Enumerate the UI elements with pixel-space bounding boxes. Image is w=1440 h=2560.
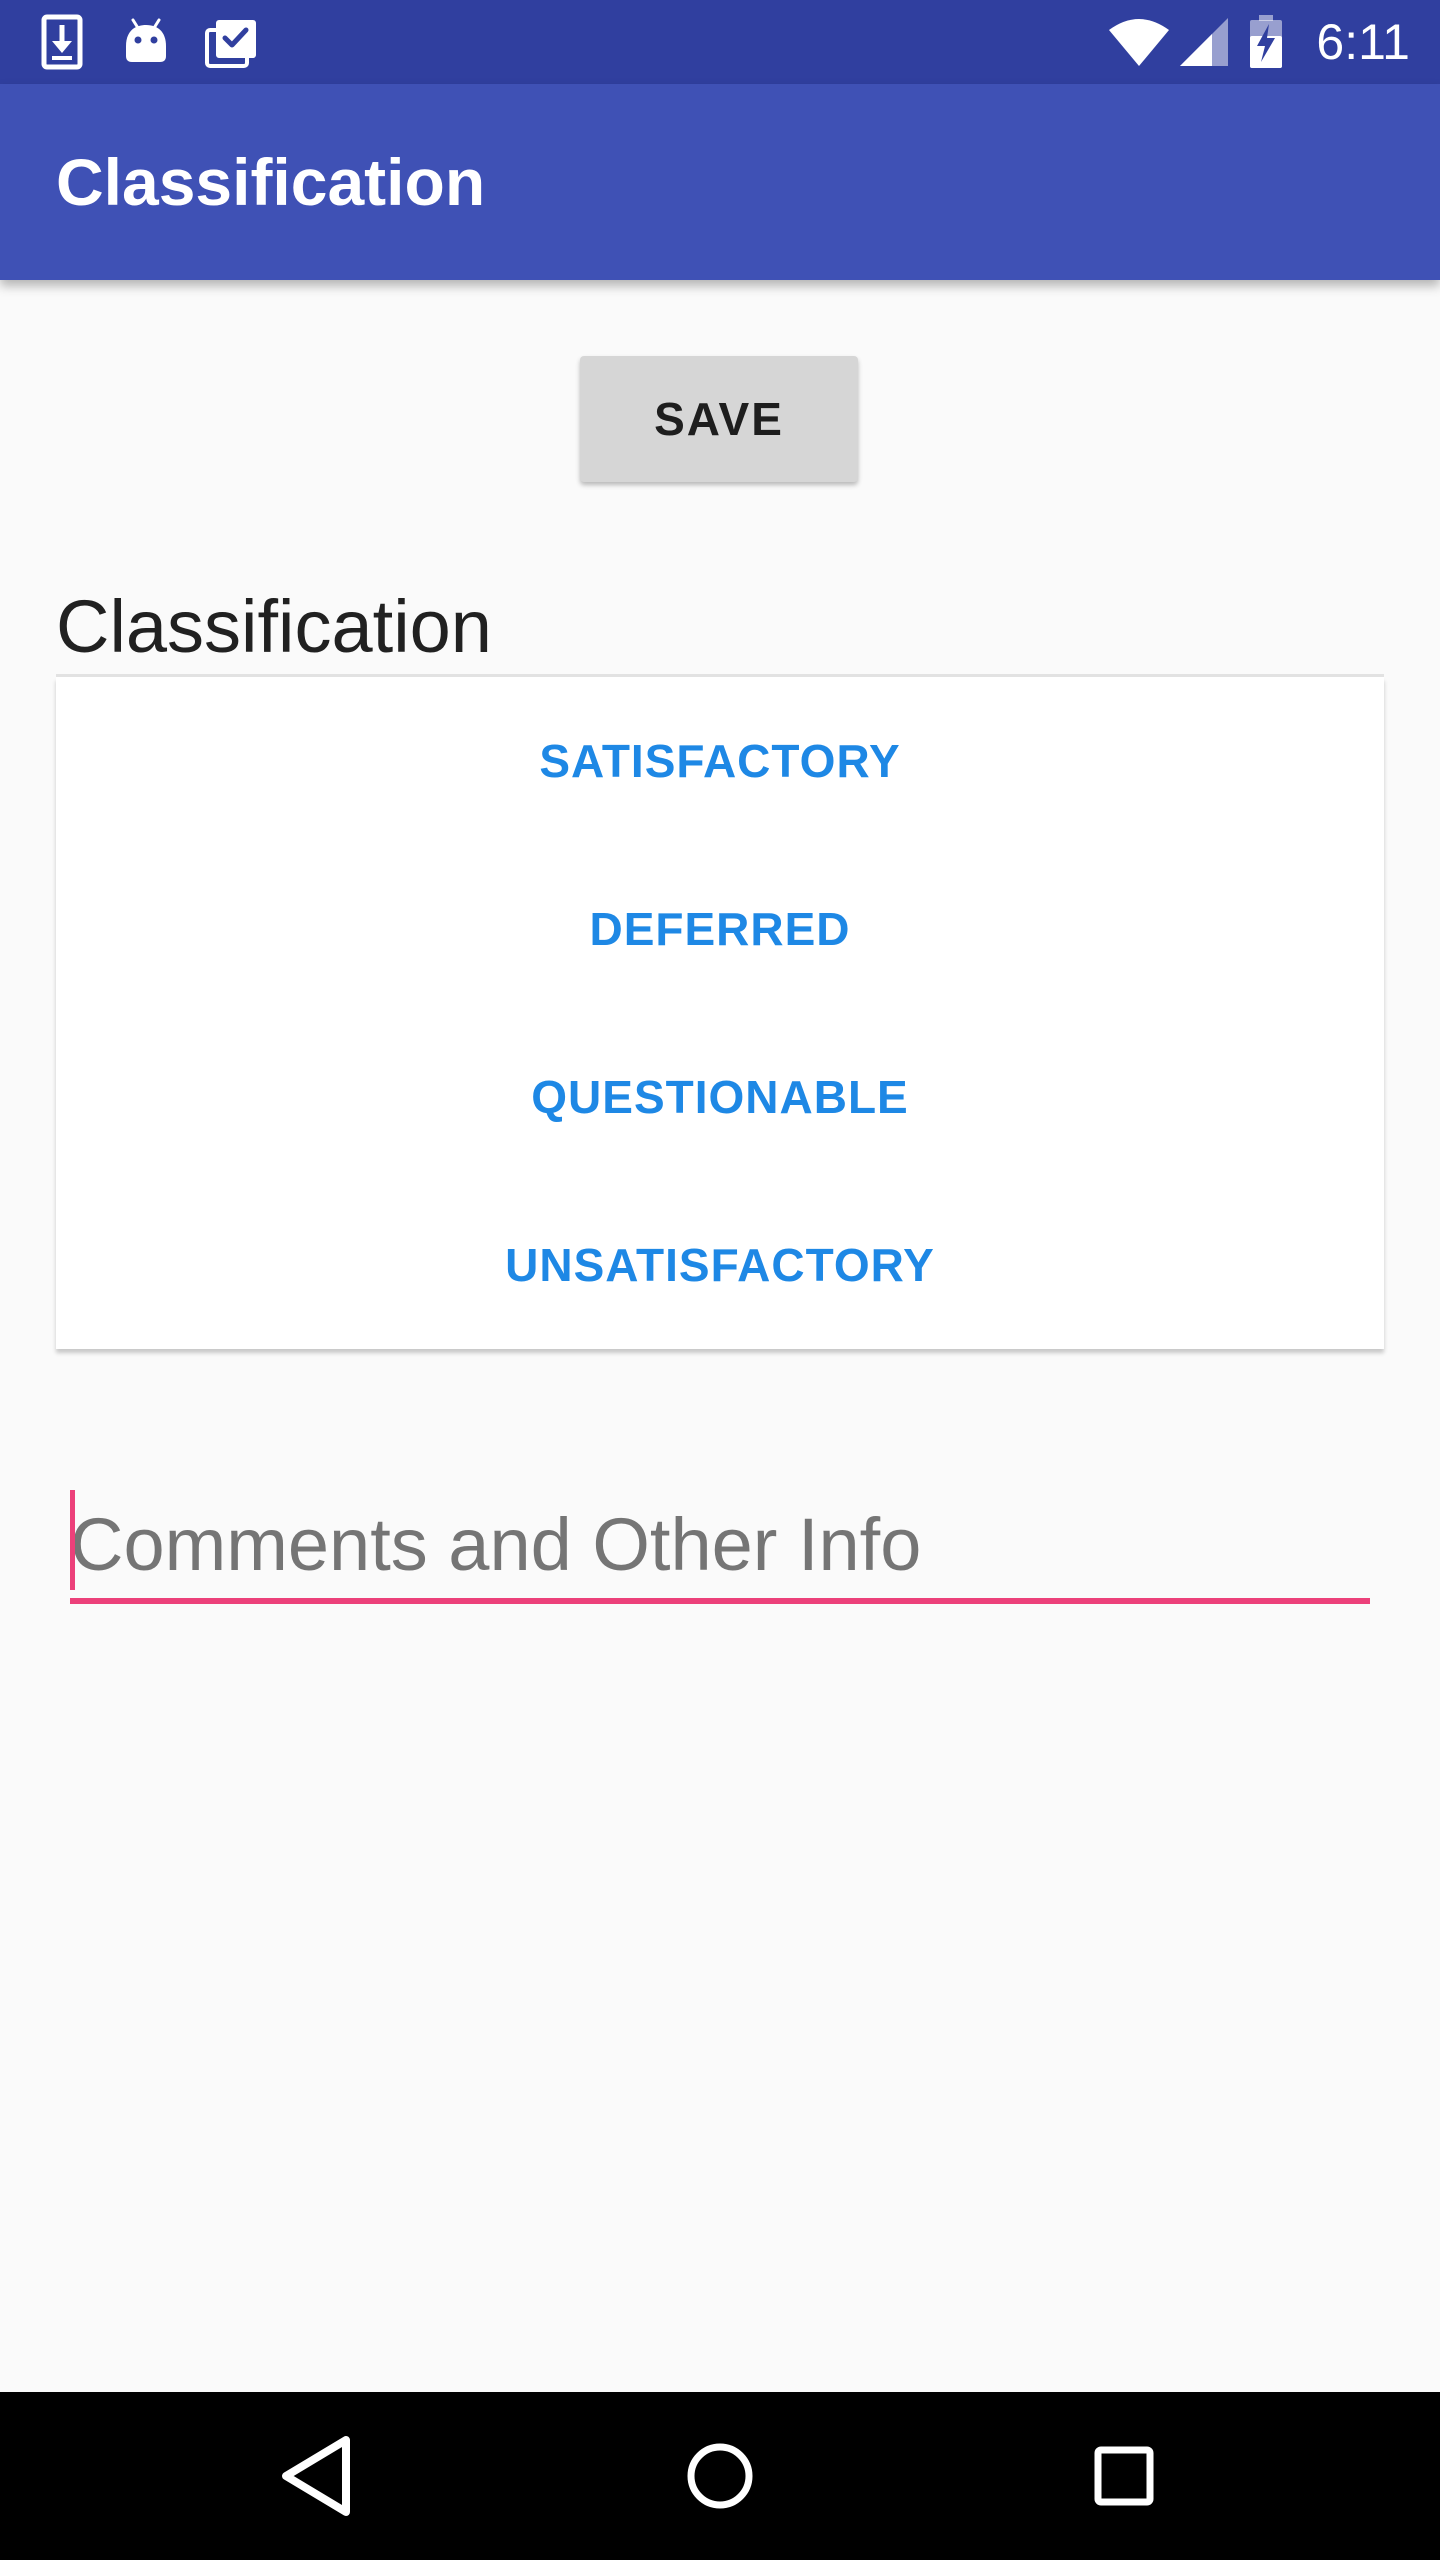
comments-input[interactable] — [70, 1490, 1370, 1600]
status-time: 6:11 — [1316, 14, 1410, 70]
recents-icon[interactable] — [1074, 2426, 1174, 2526]
comments-field — [70, 1490, 1370, 1604]
section-heading: Classification — [56, 585, 492, 668]
status-bar: 6:11 — [0, 0, 1440, 84]
signal-icon — [1180, 18, 1228, 66]
option-satisfactory[interactable]: SATISFACTORY — [56, 677, 1384, 845]
home-icon[interactable] — [670, 2426, 770, 2526]
option-deferred[interactable]: DEFERRED — [56, 845, 1384, 1013]
clipboard-check-icon — [205, 20, 256, 68]
download-icon — [41, 14, 83, 70]
save-button[interactable]: SAVE — [580, 356, 858, 482]
text-cursor — [70, 1490, 75, 1590]
classification-options: SATISFACTORY DEFERRED QUESTIONABLE UNSAT… — [56, 677, 1384, 1349]
android-icon — [126, 18, 166, 62]
navigation-bar — [0, 2392, 1440, 2560]
option-questionable[interactable]: QUESTIONABLE — [56, 1013, 1384, 1181]
option-unsatisfactory[interactable]: UNSATISFACTORY — [56, 1181, 1384, 1349]
back-icon[interactable] — [266, 2426, 366, 2526]
app-title: Classification — [56, 145, 486, 219]
app-bar: Classification — [0, 84, 1440, 280]
wifi-icon — [1109, 19, 1169, 66]
input-underline — [70, 1598, 1370, 1604]
battery-charging-icon — [1250, 15, 1282, 68]
